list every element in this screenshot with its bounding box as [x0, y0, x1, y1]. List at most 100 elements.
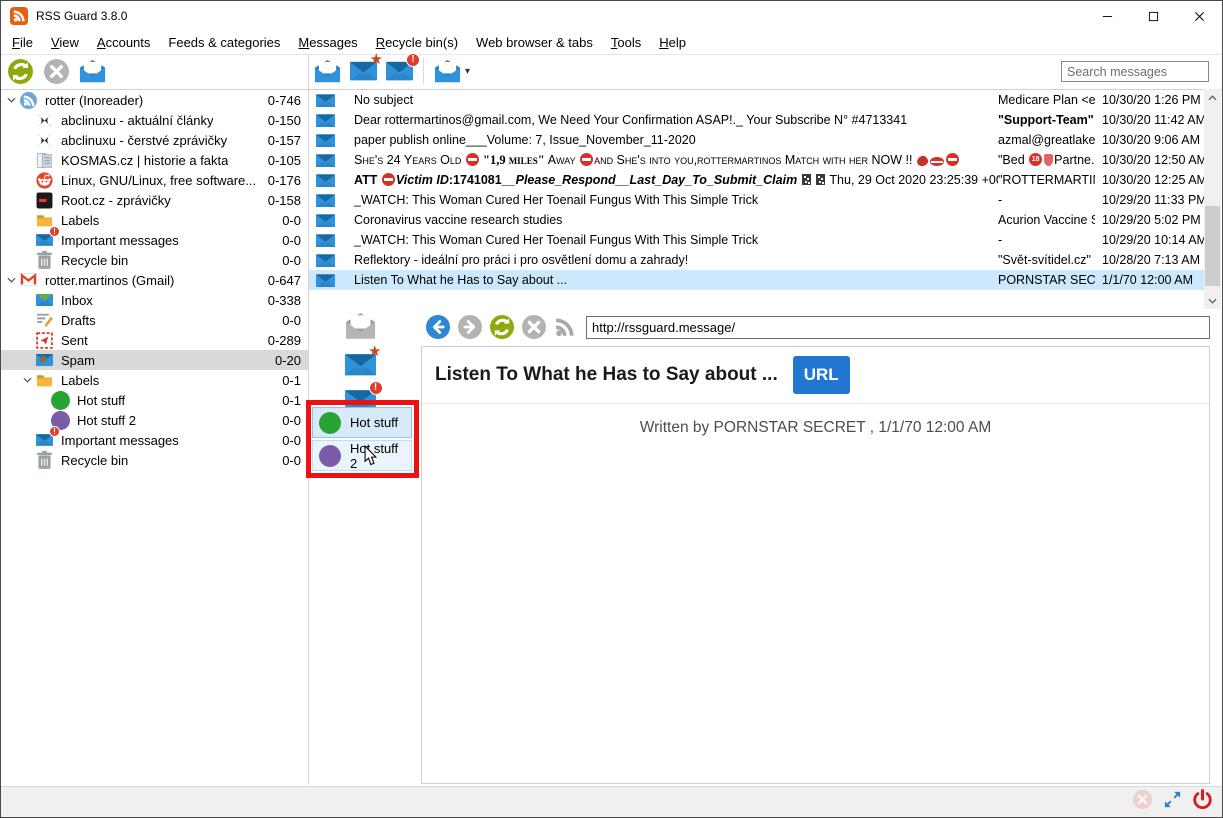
18-emoji: [1029, 153, 1042, 166]
menu-bar: FileViewAccountsFeeds & categoriesMessag…: [3, 31, 1222, 54]
back-button[interactable]: [425, 314, 451, 340]
message-date: 10/30/20 12:50 AM: [1095, 153, 1205, 167]
browser-toolbar: [425, 314, 1210, 340]
message-row[interactable]: paper publish online___Volume: 7, Issue_…: [309, 130, 1205, 150]
mark-selected-important-button[interactable]: ★: [350, 56, 377, 86]
mark-selected-alert-button[interactable]: !: [386, 56, 413, 86]
message-list-scrollbar[interactable]: [1204, 89, 1221, 309]
feed-item-inbox[interactable]: Inbox0-338: [1, 290, 308, 310]
unread-count: 0-0: [282, 213, 301, 228]
chevron-down-icon[interactable]: [20, 377, 34, 383]
feed-item-labels[interactable]: Labels0-1: [1, 370, 308, 390]
message-subject: _WATCH: This Woman Cured Her Toenail Fun…: [339, 233, 998, 247]
feed-item-rotter-inoreader[interactable]: rotter (Inoreader)0-746: [1, 90, 308, 110]
fullscreen-button[interactable]: [1162, 789, 1183, 815]
minimize-button[interactable]: [1084, 1, 1130, 31]
close-button[interactable]: [1176, 1, 1222, 31]
feed-item-labels[interactable]: Labels0-0: [1, 210, 308, 230]
mail-closed-icon: [309, 93, 339, 108]
reload-button[interactable]: [489, 314, 515, 340]
stop-button[interactable]: [521, 314, 547, 340]
message-row[interactable]: Listen To What he Has to Say about ...PO…: [309, 270, 1205, 290]
reddit-icon: [34, 171, 55, 189]
forward-button[interactable]: [457, 314, 483, 340]
feed-item-root-cz-zpr-vi-ky[interactable]: Root.cz - zprávičky0-158: [1, 190, 308, 210]
feed-item-drafts[interactable]: Drafts0-0: [1, 310, 308, 330]
feed-label: abclinuxu - aktuální články: [61, 113, 213, 128]
feed-label: Inbox: [61, 293, 93, 308]
mark-selected-read-button[interactable]: [314, 56, 341, 86]
unread-count: 0-20: [275, 353, 301, 368]
menu-view[interactable]: View: [42, 32, 88, 53]
message-row[interactable]: ATT Victim ID:1741081__Please_Respond__L…: [309, 170, 1205, 190]
mark-all-read-button[interactable]: [79, 56, 106, 86]
menu-web-browser-tabs[interactable]: Web browser & tabs: [467, 32, 602, 53]
message-row[interactable]: She's 24 Years Old "1,9 miles" Away and …: [309, 150, 1205, 170]
scroll-up-icon[interactable]: [1204, 90, 1221, 105]
menu-feeds-categories[interactable]: Feeds & categories: [159, 32, 289, 53]
message-row[interactable]: _WATCH: This Woman Cured Her Toenail Fun…: [309, 230, 1205, 250]
update-all-feeds-button[interactable]: [7, 56, 34, 86]
chevron-down-icon[interactable]: [4, 97, 18, 103]
search-input[interactable]: [1061, 61, 1209, 82]
feed-item-rotter-martinos-gmail[interactable]: rotter.martinos (Gmail) 0-647: [1, 270, 308, 290]
toggle-important-button[interactable]: ★: [345, 352, 376, 381]
cancel-task-button[interactable]: [1132, 789, 1153, 815]
gmail-icon: [18, 271, 39, 289]
mail-closed-icon: [309, 153, 339, 168]
abclinuxu-icon: [34, 131, 55, 149]
menu-file[interactable]: File: [3, 32, 42, 53]
message-row[interactable]: No subjectMedicare Plan <e...10/30/20 1:…: [309, 90, 1205, 110]
alert-badge-icon: !: [369, 381, 383, 395]
feed-item-linux-gnu-linux-free-software[interactable]: Linux, GNU/Linux, free software...0-176: [1, 170, 308, 190]
scroll-down-icon[interactable]: [1204, 293, 1221, 308]
sent-icon: [34, 331, 55, 349]
toggle-read-button[interactable]: [345, 312, 376, 345]
feed-item-hot-stuff[interactable]: Hot stuff0-1: [1, 390, 308, 410]
unread-count: 0-0: [282, 313, 301, 328]
message-row[interactable]: Reflektory - ideální pro práci i pro osv…: [309, 250, 1205, 270]
menu-messages[interactable]: Messages: [289, 32, 366, 53]
unread-count: 0-647: [268, 273, 301, 288]
feed-item-sent[interactable]: Sent0-289: [1, 330, 308, 350]
menu-help[interactable]: Help: [650, 32, 695, 53]
message-row[interactable]: _WATCH: This Woman Cured Her Toenail Fun…: [309, 190, 1205, 210]
feed-item-important-messages[interactable]: !Important messages0-0: [1, 230, 308, 250]
trash-icon: [34, 251, 55, 269]
message-sender: "Support-Team" ...: [998, 113, 1095, 127]
feed-item-kosmas-cz-historie-a-fakta[interactable]: KOSMAS.cz | historie a fakta0-105: [1, 150, 308, 170]
feed-label: Recycle bin: [61, 253, 128, 268]
maximize-button[interactable]: [1130, 1, 1176, 31]
label-option-hot-stuff-2[interactable]: Hot stuff 2: [312, 440, 412, 471]
feed-item-abclinuxu-erstv-zpr-vi-ky[interactable]: abclinuxu - čerstvé zprávičky0-157: [1, 130, 308, 150]
feed-label: rotter.martinos (Gmail): [45, 273, 174, 288]
stop-update-button[interactable]: [43, 56, 70, 86]
menu-accounts[interactable]: Accounts: [88, 32, 159, 53]
article-url-button[interactable]: URL: [793, 356, 850, 394]
chevron-down-icon[interactable]: [4, 277, 18, 283]
scrollbar-thumb[interactable]: [1205, 206, 1220, 286]
main-toolbar: [7, 56, 106, 86]
feed-item-important-messages[interactable]: !Important messages0-0: [1, 430, 308, 450]
message-row[interactable]: Dear rottermartinos@gmail.com, We Need Y…: [309, 110, 1205, 130]
feed-item-recycle-bin[interactable]: Recycle bin0-0: [1, 250, 308, 270]
feed-item-recycle-bin[interactable]: Recycle bin0-0: [1, 450, 308, 470]
unread-count: 0-0: [282, 433, 301, 448]
feed-item-hot-stuff-2[interactable]: Hot stuff 20-0: [1, 410, 308, 430]
unread-count: 0-157: [268, 133, 301, 148]
message-row[interactable]: Coronavirus vaccine research studiesAcur…: [309, 210, 1205, 230]
menu-tools[interactable]: Tools: [602, 32, 650, 53]
url-input[interactable]: [586, 316, 1210, 339]
mail-important-icon: ★: [345, 352, 376, 376]
message-date: 10/29/20 10:14 AM: [1095, 233, 1205, 247]
message-date: 10/30/20 9:06 AM: [1095, 133, 1205, 147]
mark-read-menu-button[interactable]: ▾: [434, 56, 470, 86]
feed-item-spam[interactable]: Spam0-20: [1, 350, 308, 370]
message-subject: _WATCH: This Woman Cured Her Toenail Fun…: [339, 193, 998, 207]
label-option-hot-stuff[interactable]: Hot stuff: [312, 407, 412, 438]
unread-count: 0-158: [268, 193, 301, 208]
feed-item-abclinuxu-aktu-ln-l-nky[interactable]: abclinuxu - aktuální články0-150: [1, 110, 308, 130]
menu-recycle-bin-s[interactable]: Recycle bin(s): [367, 32, 467, 53]
message-subject: ATT Victim ID:1741081__Please_Respond__L…: [339, 173, 998, 187]
quit-button[interactable]: [1192, 789, 1213, 815]
